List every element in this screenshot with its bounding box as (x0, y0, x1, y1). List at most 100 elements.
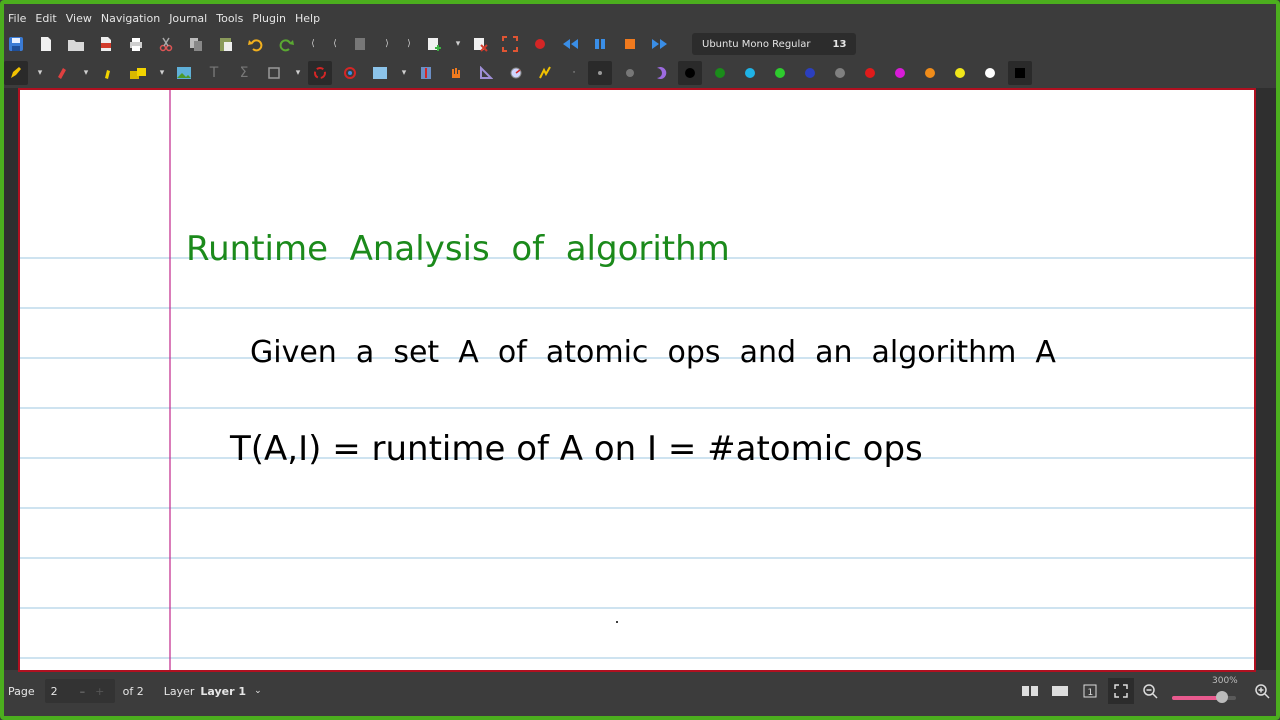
page-number-value: 2 (50, 684, 58, 698)
fill-dropdown-icon[interactable]: ▾ (398, 61, 410, 85)
color-green[interactable] (708, 61, 732, 85)
record-icon[interactable] (528, 32, 552, 56)
print-icon[interactable] (124, 32, 148, 56)
zoom-slider-handle[interactable] (1215, 691, 1228, 703)
page-number-input[interactable]: 2 – + (44, 679, 115, 703)
fullscreen-icon[interactable] (498, 32, 522, 56)
select-region-icon[interactable] (308, 61, 332, 85)
menu-edit[interactable]: Edit (31, 12, 60, 25)
shape-dropdown-icon[interactable]: ▾ (156, 61, 168, 85)
fast-forward-icon[interactable] (648, 32, 672, 56)
previous-page-icon[interactable]: ⟨ (326, 32, 344, 56)
new-page-after-icon[interactable] (422, 32, 446, 56)
page-drawing: Runtime Analysis of algorithm Given a se… (20, 90, 1254, 670)
fine-size-icon[interactable]: · (564, 61, 584, 85)
zoom-slider-fill (1172, 696, 1222, 700)
font-size: 13 (832, 38, 847, 50)
layer-dropdown-icon[interactable]: ⌄ (254, 686, 262, 696)
next-page-icon[interactable]: ⟩ (378, 32, 396, 56)
stray-dot (616, 621, 618, 623)
latex-icon[interactable]: Σ (232, 61, 256, 85)
two-page-view-icon[interactable] (1020, 681, 1040, 701)
open-icon[interactable] (64, 32, 88, 56)
text-icon[interactable]: T (202, 61, 226, 85)
last-page-icon[interactable]: ⟩ (400, 32, 418, 56)
main-toolbar: ⟨ ⟨ ⟩ ⟩ ▾ Ubuntu Mono Regular 13 (4, 30, 1276, 58)
eraser-dropdown-icon[interactable]: ▾ (80, 61, 92, 85)
select-object-icon[interactable] (338, 61, 362, 85)
color-gray[interactable] (828, 61, 852, 85)
menu-file[interactable]: File (4, 12, 30, 25)
svg-text:1: 1 (1088, 688, 1094, 698)
heading-text: Runtime Analysis of algorithm (186, 229, 730, 269)
save-icon[interactable] (4, 32, 28, 56)
fill-icon[interactable] (368, 61, 392, 85)
pause-icon[interactable] (588, 32, 612, 56)
thick-size-icon[interactable] (618, 61, 642, 85)
menu-view[interactable]: View (62, 12, 96, 25)
zoom-level: 300% (1212, 676, 1238, 686)
zoom-out-icon[interactable] (1140, 681, 1160, 701)
goto-page-icon[interactable] (348, 32, 372, 56)
new-page-icon[interactable] (34, 32, 58, 56)
fit-page-icon[interactable] (1108, 678, 1134, 704)
menu-help[interactable]: Help (291, 12, 324, 25)
color-lightgreen[interactable] (768, 61, 792, 85)
document-canvas[interactable]: Runtime Analysis of algorithm Given a se… (4, 88, 1276, 672)
font-selector[interactable]: Ubuntu Mono Regular 13 (692, 33, 857, 55)
page-one-icon[interactable]: 1 (1080, 681, 1100, 701)
pen-icon[interactable] (4, 61, 28, 85)
medium-size-icon[interactable] (588, 61, 612, 85)
presentation-view-icon[interactable] (1050, 681, 1070, 701)
color-magenta[interactable] (888, 61, 912, 85)
menu-bar: File Edit View Navigation Journal Tools … (4, 8, 1276, 28)
hand-icon[interactable] (444, 61, 468, 85)
vertical-space-icon[interactable] (414, 61, 438, 85)
menu-navigation[interactable]: Navigation (97, 12, 164, 25)
dropdown-icon[interactable]: ▾ (452, 32, 464, 56)
pen-toolbar: ▾ ▾ ▾ T Σ ▾ ▾ · (4, 59, 1276, 87)
eraser-icon[interactable] (50, 61, 74, 85)
color-red[interactable] (858, 61, 882, 85)
status-bar: Page 2 – + of 2 Layer Layer 1 ⌄ 1 300% (4, 672, 1276, 710)
cut-icon[interactable] (154, 32, 178, 56)
notebook-page[interactable]: Runtime Analysis of algorithm Given a se… (18, 88, 1256, 672)
color-custom[interactable] (1008, 61, 1032, 85)
color-orange[interactable] (918, 61, 942, 85)
first-page-icon[interactable]: ⟨ (304, 32, 322, 56)
select-dropdown-icon[interactable]: ▾ (292, 61, 304, 85)
menu-plugin[interactable]: Plugin (248, 12, 290, 25)
given-line-text: Given a set A of atomic ops and an algor… (250, 335, 1056, 370)
color-picker-icon[interactable] (648, 61, 672, 85)
compass-icon[interactable] (504, 61, 528, 85)
redo-icon[interactable] (274, 32, 298, 56)
zoom-slider[interactable] (1172, 691, 1236, 703)
decrement-icon[interactable]: – (80, 685, 86, 698)
pen-dropdown-icon[interactable]: ▾ (34, 61, 46, 85)
undo-icon[interactable] (244, 32, 268, 56)
highlighter-icon[interactable] (96, 61, 120, 85)
paste-icon[interactable] (214, 32, 238, 56)
menu-tools[interactable]: Tools (212, 12, 247, 25)
color-yellow[interactable] (948, 61, 972, 85)
increment-icon[interactable]: + (95, 685, 104, 698)
font-name: Ubuntu Mono Regular (702, 38, 811, 50)
color-blue[interactable] (798, 61, 822, 85)
rewind-icon[interactable] (558, 32, 582, 56)
color-white[interactable] (978, 61, 1002, 85)
color-lightblue[interactable] (738, 61, 762, 85)
shape-icon[interactable] (126, 61, 150, 85)
menu-journal[interactable]: Journal (165, 12, 211, 25)
color-black[interactable] (678, 61, 702, 85)
definition-line-text: T(A,I) = runtime of A on I = #atomic ops (229, 429, 923, 469)
zoom-in-icon[interactable] (1252, 681, 1272, 701)
setsquare-icon[interactable] (474, 61, 498, 85)
export-pdf-icon[interactable] (94, 32, 118, 56)
image-icon[interactable] (172, 61, 196, 85)
copy-icon[interactable] (184, 32, 208, 56)
stop-icon[interactable] (618, 32, 642, 56)
delete-page-icon[interactable] (468, 32, 492, 56)
layer-select[interactable]: Layer 1 (200, 685, 246, 698)
select-rect-icon[interactable] (262, 61, 286, 85)
default-tool-icon[interactable] (534, 61, 558, 85)
